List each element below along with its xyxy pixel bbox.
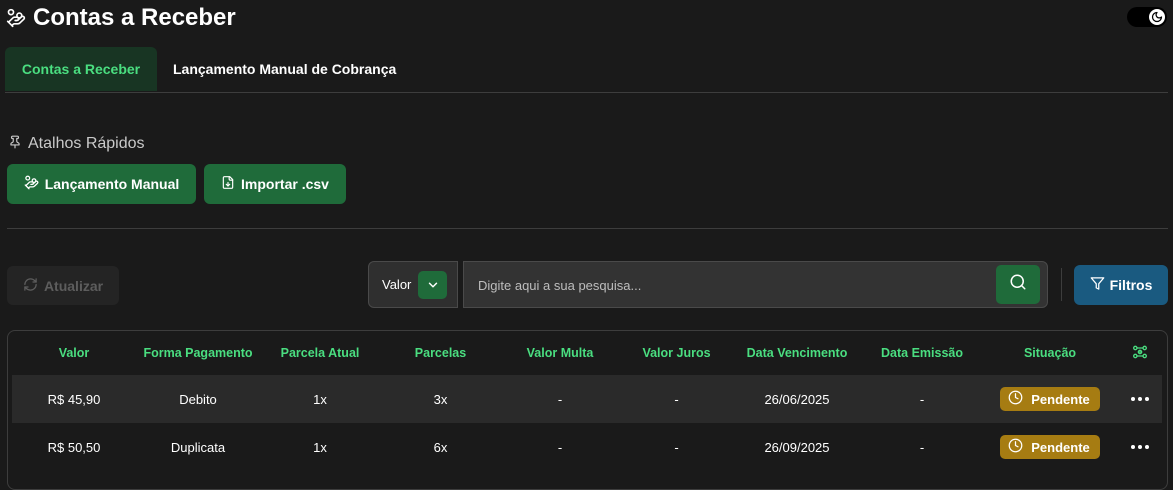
cell-parcela-atual: 1x bbox=[313, 439, 327, 455]
file-download-icon bbox=[221, 175, 235, 193]
manual-entry-label: Lançamento Manual bbox=[44, 176, 180, 192]
columns-settings-button[interactable] bbox=[1116, 331, 1164, 375]
cell-valor-multa: - bbox=[557, 391, 563, 407]
cell-valor-multa: - bbox=[557, 439, 563, 455]
page-header: Contas a Receber bbox=[0, 0, 1173, 36]
receivables-table: Valor Forma Pagamento Parcela Atual Parc… bbox=[7, 330, 1168, 490]
pin-icon bbox=[8, 134, 22, 155]
toolbar-separator bbox=[1061, 268, 1062, 301]
cell-situacao: Pendente bbox=[984, 375, 1116, 423]
refresh-label: Atualizar bbox=[43, 277, 104, 294]
cell-forma-pagamento: Debito bbox=[179, 391, 217, 407]
refresh-button[interactable]: Atualizar bbox=[7, 266, 119, 305]
filters-label: Filtros bbox=[1109, 277, 1153, 293]
column-header-parcela-atual[interactable]: Parcela Atual bbox=[260, 331, 380, 375]
column-header-data-vencimento[interactable]: Data Vencimento bbox=[734, 331, 860, 375]
column-header-valor-juros[interactable]: Valor Juros bbox=[619, 331, 734, 375]
column-header-situacao[interactable]: Situação bbox=[984, 331, 1116, 375]
search-field-select[interactable]: Valor bbox=[368, 261, 458, 308]
cell-data-vencimento: 26/09/2025 bbox=[764, 439, 830, 455]
column-header-valor[interactable]: Valor bbox=[12, 331, 136, 375]
status-label: Pendente bbox=[1031, 439, 1090, 455]
clock-icon bbox=[1008, 438, 1023, 456]
import-csv-button[interactable]: Importar .csv bbox=[204, 164, 346, 204]
cell-data-emissao: - bbox=[919, 439, 925, 455]
row-actions-button[interactable] bbox=[1116, 423, 1164, 471]
more-horizontal-icon bbox=[1131, 445, 1149, 449]
clock-icon bbox=[1008, 390, 1023, 408]
search-icon bbox=[1009, 273, 1027, 296]
cell-situacao: Pendente bbox=[984, 423, 1116, 471]
cell-parcelas: 6x bbox=[433, 439, 448, 455]
manual-entry-button[interactable]: Lançamento Manual bbox=[7, 164, 196, 204]
column-header-data-emissao[interactable]: Data Emissão bbox=[860, 331, 984, 375]
row-actions-button[interactable] bbox=[1116, 375, 1164, 423]
shortcuts-heading: Atalhos Rápidos bbox=[8, 134, 145, 154]
hand-coins-icon bbox=[6, 8, 26, 28]
table-header-row: Valor Forma Pagamento Parcela Atual Parc… bbox=[8, 331, 1167, 375]
shortcuts-title: Atalhos Rápidos bbox=[28, 135, 145, 152]
refresh-icon bbox=[23, 277, 38, 295]
cell-forma-pagamento: Duplicata bbox=[170, 439, 226, 455]
table-row[interactable]: R$ 45,90 Debito 1x 3x - - 26/06/2025 - P… bbox=[12, 375, 1162, 423]
cell-valor: R$ 50,50 bbox=[47, 439, 101, 455]
search-button[interactable] bbox=[996, 265, 1040, 304]
moon-icon bbox=[1149, 9, 1165, 25]
status-label: Pendente bbox=[1031, 391, 1090, 407]
cell-data-vencimento: 26/06/2025 bbox=[764, 391, 830, 407]
search-input[interactable] bbox=[476, 262, 1000, 309]
columns-settings-icon bbox=[1132, 344, 1148, 363]
cell-parcelas: 3x bbox=[433, 391, 448, 407]
section-divider bbox=[7, 228, 1168, 229]
column-header-valor-multa[interactable]: Valor Multa bbox=[501, 331, 619, 375]
tab-lancamento-manual-cobranca[interactable]: Lançamento Manual de Cobrança bbox=[173, 47, 396, 91]
cell-valor-juros: - bbox=[674, 391, 679, 407]
hand-coins-icon bbox=[24, 175, 39, 193]
filters-button[interactable]: Filtros bbox=[1074, 265, 1168, 305]
tab-contas-a-receber[interactable]: Contas a Receber bbox=[5, 47, 157, 91]
more-horizontal-icon bbox=[1131, 397, 1149, 401]
chevron-down-icon[interactable] bbox=[418, 271, 447, 299]
tab-bar: Contas a Receber Lançamento Manual de Co… bbox=[5, 47, 1168, 93]
status-badge: Pendente bbox=[1000, 435, 1100, 459]
cell-valor-juros: - bbox=[674, 439, 679, 455]
table-row[interactable]: R$ 50,50 Duplicata 1x 6x - - 26/09/2025 … bbox=[12, 423, 1162, 471]
theme-toggle[interactable] bbox=[1127, 7, 1167, 27]
cell-parcela-atual: 1x bbox=[313, 391, 327, 407]
status-badge: Pendente bbox=[1000, 387, 1100, 411]
cell-valor: R$ 45,90 bbox=[47, 391, 101, 407]
cell-data-emissao: - bbox=[919, 391, 925, 407]
import-csv-label: Importar .csv bbox=[241, 176, 329, 192]
search-bar bbox=[463, 261, 1048, 309]
column-header-forma-pagamento[interactable]: Forma Pagamento bbox=[136, 331, 260, 375]
page-title: Contas a Receber bbox=[33, 4, 236, 31]
search-field-value: Valor bbox=[382, 277, 412, 292]
column-header-parcelas[interactable]: Parcelas bbox=[380, 331, 501, 375]
filter-icon bbox=[1090, 276, 1105, 294]
